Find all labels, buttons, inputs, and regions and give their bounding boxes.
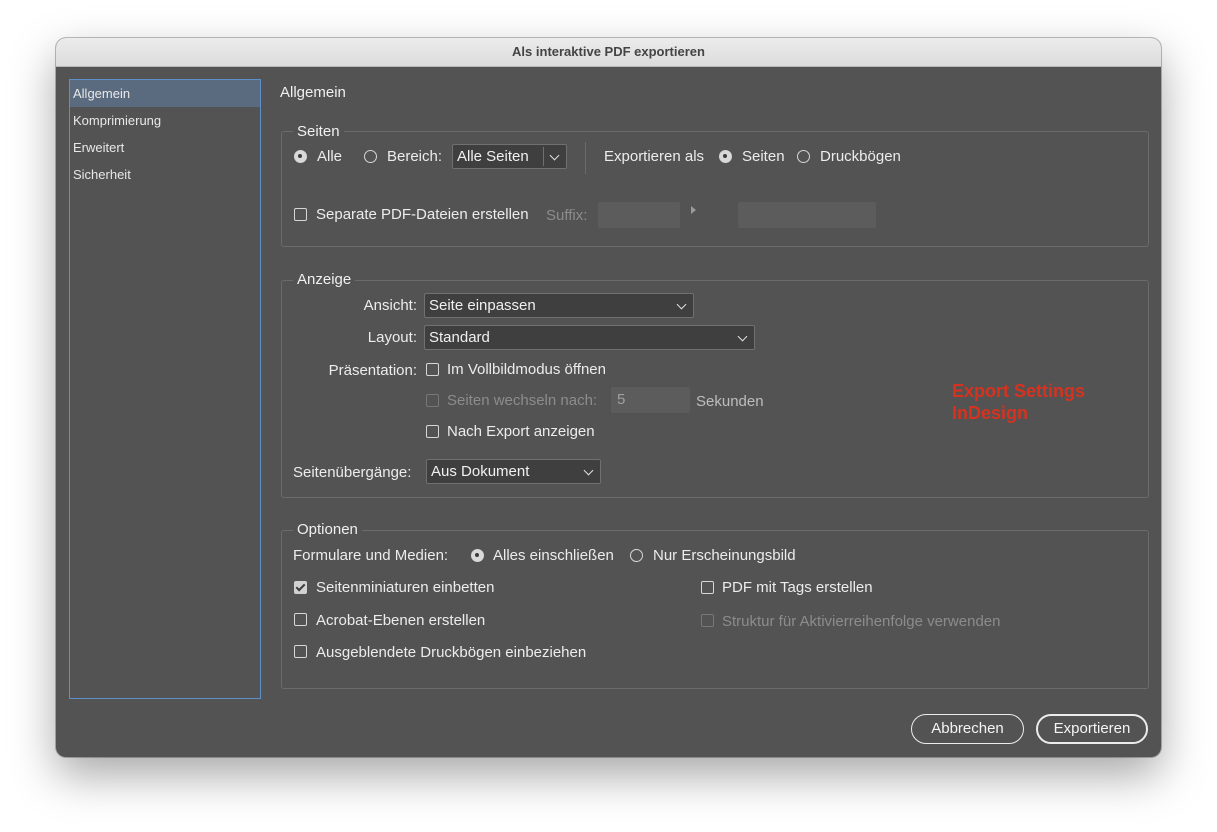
alles-einschliessen-radio[interactable] [471,549,484,562]
bereich-label: Bereich: [387,148,443,165]
struktur-checkbox[interactable] [701,614,714,627]
sidebar: Allgemein Komprimierung Erweitert Sicher… [69,79,261,699]
optionen-legend: Optionen [293,521,362,538]
acrobat-ebenen-label: Acrobat-Ebenen erstellen [316,612,486,629]
annotation-line-1: Export Settings [952,381,1086,401]
bereich-value: Alle Seiten [457,148,529,165]
sidebar-item-sicherheit[interactable]: Sicherheit [70,161,260,188]
divider [585,142,586,174]
select-divider [543,147,544,166]
suffix-label: Suffix: [546,207,588,224]
chevron-down-icon [549,150,560,161]
vollbild-checkbox[interactable] [426,363,439,376]
chevron-down-icon [737,331,748,342]
ausgeblendete-label: Ausgeblendete Druckbögen einbeziehen [316,644,587,661]
pdf-tags-label: PDF mit Tags erstellen [722,579,873,596]
seiten-wechseln-input[interactable]: 5 [611,387,690,413]
ansicht-select[interactable]: Seite einpassen [424,293,694,318]
window-title: Als interaktive PDF exportieren [56,38,1161,67]
bereich-select[interactable]: Alle Seiten [452,144,567,169]
nach-export-label: Nach Export anzeigen [447,423,595,440]
chevron-down-icon [583,465,594,476]
struktur-label: Struktur für Aktivierreihenfolge verwend… [722,613,1001,630]
export-druckboegen-label: Druckbögen [820,148,901,165]
seitenminiaturen-checkbox[interactable] [294,581,307,594]
anzeige-legend: Anzeige [293,271,356,288]
seitenuebergaenge-label: Seitenübergänge: [293,464,412,481]
export-seiten-label: Seiten [742,148,785,165]
seitenuebergaenge-value: Aus Dokument [431,463,530,480]
annotation-line-2: InDesign [952,403,1029,423]
suffix-preview-field [738,202,876,228]
ansicht-label: Ansicht: [363,297,417,314]
export-druckboegen-radio[interactable] [797,150,810,163]
cancel-button[interactable]: Abbrechen [911,714,1024,744]
formulare-label: Formulare und Medien: [293,547,449,564]
acrobat-ebenen-checkbox[interactable] [294,613,307,626]
suffix-input[interactable] [598,202,680,228]
arrow-right-icon [691,206,696,214]
chevron-down-icon [676,299,687,310]
layout-value: Standard [429,329,490,346]
nur-erscheinungsbild-radio[interactable] [630,549,643,562]
seitenuebergaenge-select[interactable]: Aus Dokument [426,459,601,484]
export-seiten-radio[interactable] [719,150,732,163]
exportieren-als-label: Exportieren als [604,148,705,165]
bereich-radio[interactable] [364,150,377,163]
layout-label: Layout: [367,329,417,346]
annotation-text: Export Settings InDesign [952,380,1085,424]
nach-export-checkbox[interactable] [426,425,439,438]
export-dialog: Als interaktive PDF exportieren Allgemei… [56,38,1161,757]
alle-label: Alle [317,148,343,165]
seiten-wechseln-checkbox[interactable] [426,394,439,407]
ansicht-value: Seite einpassen [429,297,536,314]
separate-pdf-checkbox[interactable] [294,208,307,221]
layout-select[interactable]: Standard [424,325,755,350]
export-button[interactable]: Exportieren [1036,714,1148,744]
nur-erscheinungsbild-label: Nur Erscheinungsbild [653,547,796,564]
sidebar-item-erweitert[interactable]: Erweitert [70,134,260,161]
page-title: Allgemein [280,84,346,101]
seitenminiaturen-label: Seitenminiaturen einbetten [316,579,495,596]
seiten-wechseln-label: Seiten wechseln nach: [447,392,598,409]
sekunden-label: Sekunden [696,393,764,410]
alles-einschliessen-label: Alles einschließen [493,547,614,564]
separate-pdf-label: Separate PDF-Dateien erstellen [316,206,529,223]
praesentation-label: Präsentation: [328,362,417,379]
sidebar-item-komprimierung[interactable]: Komprimierung [70,107,260,134]
seiten-legend: Seiten [293,123,344,140]
sidebar-item-allgemein[interactable]: Allgemein [70,80,260,107]
ausgeblendete-checkbox[interactable] [294,645,307,658]
pdf-tags-checkbox[interactable] [701,581,714,594]
alle-radio[interactable] [294,150,307,163]
vollbild-label: Im Vollbildmodus öffnen [447,361,606,378]
